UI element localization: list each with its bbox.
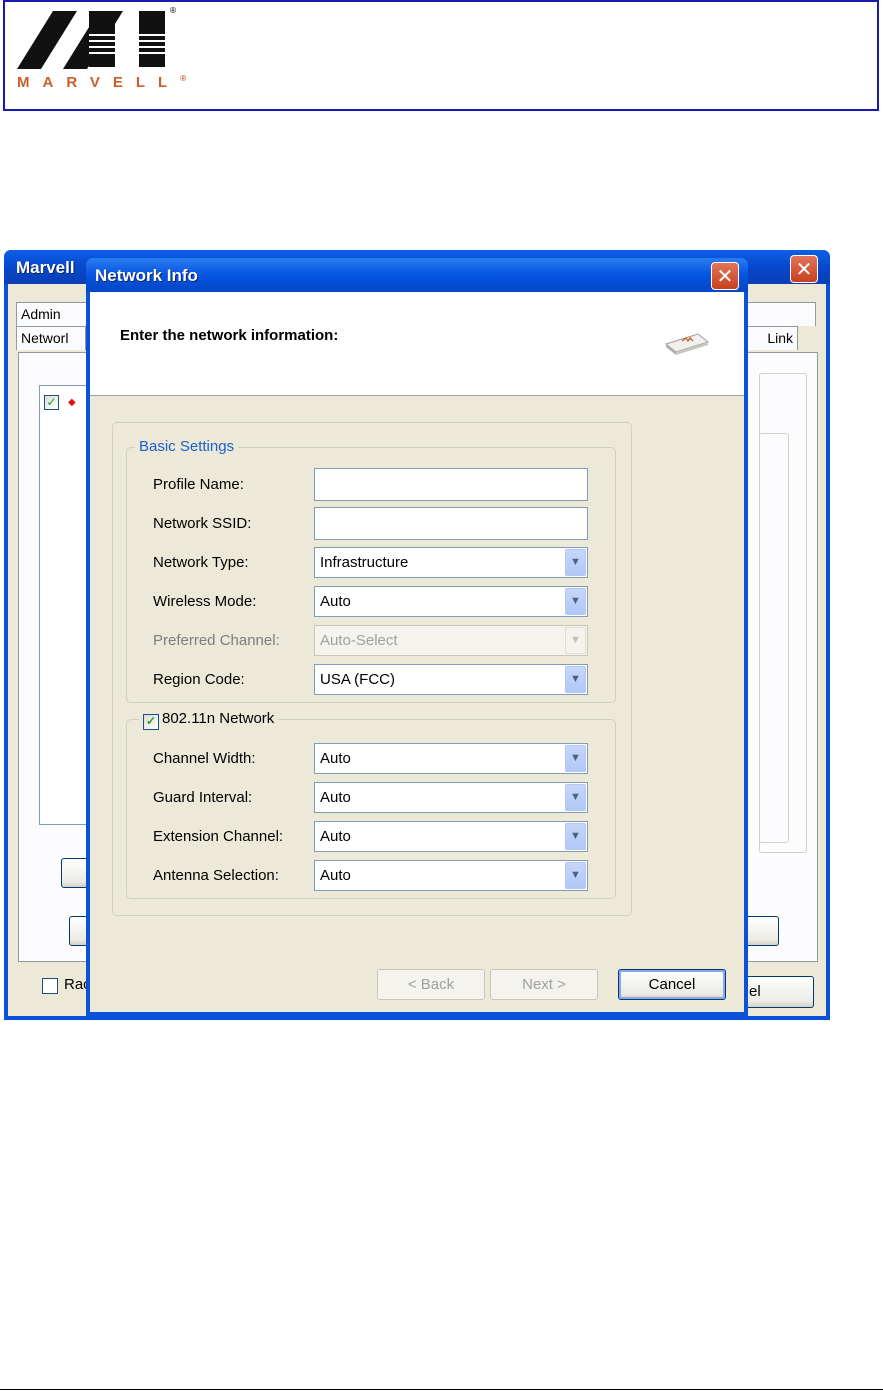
chevron-down-icon[interactable]: ▼: [565, 588, 586, 615]
dialog-heading: Enter the network information:: [120, 327, 339, 344]
n-network-legend: ✓ 802.11n Network: [139, 710, 279, 730]
basic-settings-legend: Basic Settings: [135, 438, 239, 455]
close-icon: ✕: [795, 257, 813, 281]
n-network-label: 802.11n Network: [162, 710, 275, 727]
n-network-checkbox[interactable]: ✓: [143, 714, 159, 730]
preferred-channel-label: Preferred Channel:: [153, 632, 280, 649]
network-type-select[interactable]: Infrastructure ▼: [314, 547, 588, 578]
wireless-mode-label: Wireless Mode:: [153, 593, 257, 610]
chevron-down-icon[interactable]: ▼: [565, 745, 586, 772]
marvell-logo-icon: ®: [17, 6, 177, 69]
dialog-header: Enter the network information:: [90, 292, 744, 396]
document-header: ® MARVELL®: [3, 0, 879, 111]
checkmark-icon: ✓: [46, 395, 57, 409]
extension-channel-select[interactable]: Auto ▼: [314, 821, 588, 852]
status-dot-icon: ◆: [68, 397, 76, 408]
settings-group: Basic Settings Profile Name: Network SSI…: [112, 422, 632, 916]
main-cancel-button[interactable]: el: [744, 976, 814, 1008]
channel-width-label: Channel Width:: [153, 750, 256, 767]
basic-settings-fieldset: Basic Settings Profile Name: Network SSI…: [126, 438, 616, 703]
preferred-channel-select: Auto-Select ▼: [314, 625, 588, 656]
region-code-label: Region Code:: [153, 671, 245, 688]
dialog-title: Network Info: [95, 266, 198, 285]
main-close-button[interactable]: ✕: [790, 255, 818, 283]
dialog-close-button[interactable]: ✕: [711, 262, 739, 290]
marvell-wordmark: MARVELL®: [17, 74, 187, 91]
network-ssid-input[interactable]: [314, 507, 588, 540]
wireless-mode-select[interactable]: Auto ▼: [314, 586, 588, 617]
close-icon: ✕: [716, 264, 734, 288]
n-network-fieldset: ✓ 802.11n Network Channel Width: Auto ▼ G…: [126, 710, 616, 899]
network-type-label: Network Type:: [153, 554, 249, 571]
radio-checkbox[interactable]: [42, 978, 58, 994]
chevron-down-icon[interactable]: ▼: [565, 784, 586, 811]
chevron-down-icon: ▼: [565, 627, 586, 654]
back-button: < Back: [377, 969, 485, 1000]
chevron-down-icon[interactable]: ▼: [565, 666, 586, 693]
guard-interval-select[interactable]: Auto ▼: [314, 782, 588, 813]
antenna-selection-select[interactable]: Auto ▼: [314, 860, 588, 891]
cancel-button[interactable]: Cancel: [618, 969, 726, 1000]
extension-channel-label: Extension Channel:: [153, 828, 284, 845]
region-code-select[interactable]: USA (FCC) ▼: [314, 664, 588, 695]
channel-width-select[interactable]: Auto ▼: [314, 743, 588, 774]
next-button: Next >: [490, 969, 598, 1000]
dialog-title-bar[interactable]: Network Info ✕: [86, 258, 748, 292]
wireless-adapter-icon: [664, 333, 710, 355]
chevron-down-icon[interactable]: ▼: [565, 823, 586, 850]
chevron-down-icon[interactable]: ▼: [565, 862, 586, 889]
right-inner-box: [759, 433, 789, 843]
network-ssid-label: Network SSID:: [153, 515, 252, 532]
profile-name-label: Profile Name:: [153, 476, 244, 493]
screenshot: Marvell ✕ Admin Networl Link ✓ ◆ Rac el: [0, 246, 831, 1024]
profile-name-input[interactable]: [314, 468, 588, 501]
footer-rule: [0, 1389, 883, 1390]
network-info-dialog: Network Info ✕ Enter the network informa…: [86, 258, 748, 1016]
chevron-down-icon[interactable]: ▼: [565, 549, 586, 576]
profile-checkbox[interactable]: ✓: [44, 395, 59, 410]
main-window-title: Marvell: [16, 258, 75, 277]
guard-interval-label: Guard Interval:: [153, 789, 253, 806]
dialog-client: Enter the network information: Basic Set…: [90, 292, 744, 1012]
svg-text:®: ®: [169, 6, 177, 15]
antenna-selection-label: Antenna Selection:: [153, 867, 279, 884]
checkmark-icon: ✓: [145, 714, 157, 728]
tab-network[interactable]: Networl: [16, 326, 86, 350]
